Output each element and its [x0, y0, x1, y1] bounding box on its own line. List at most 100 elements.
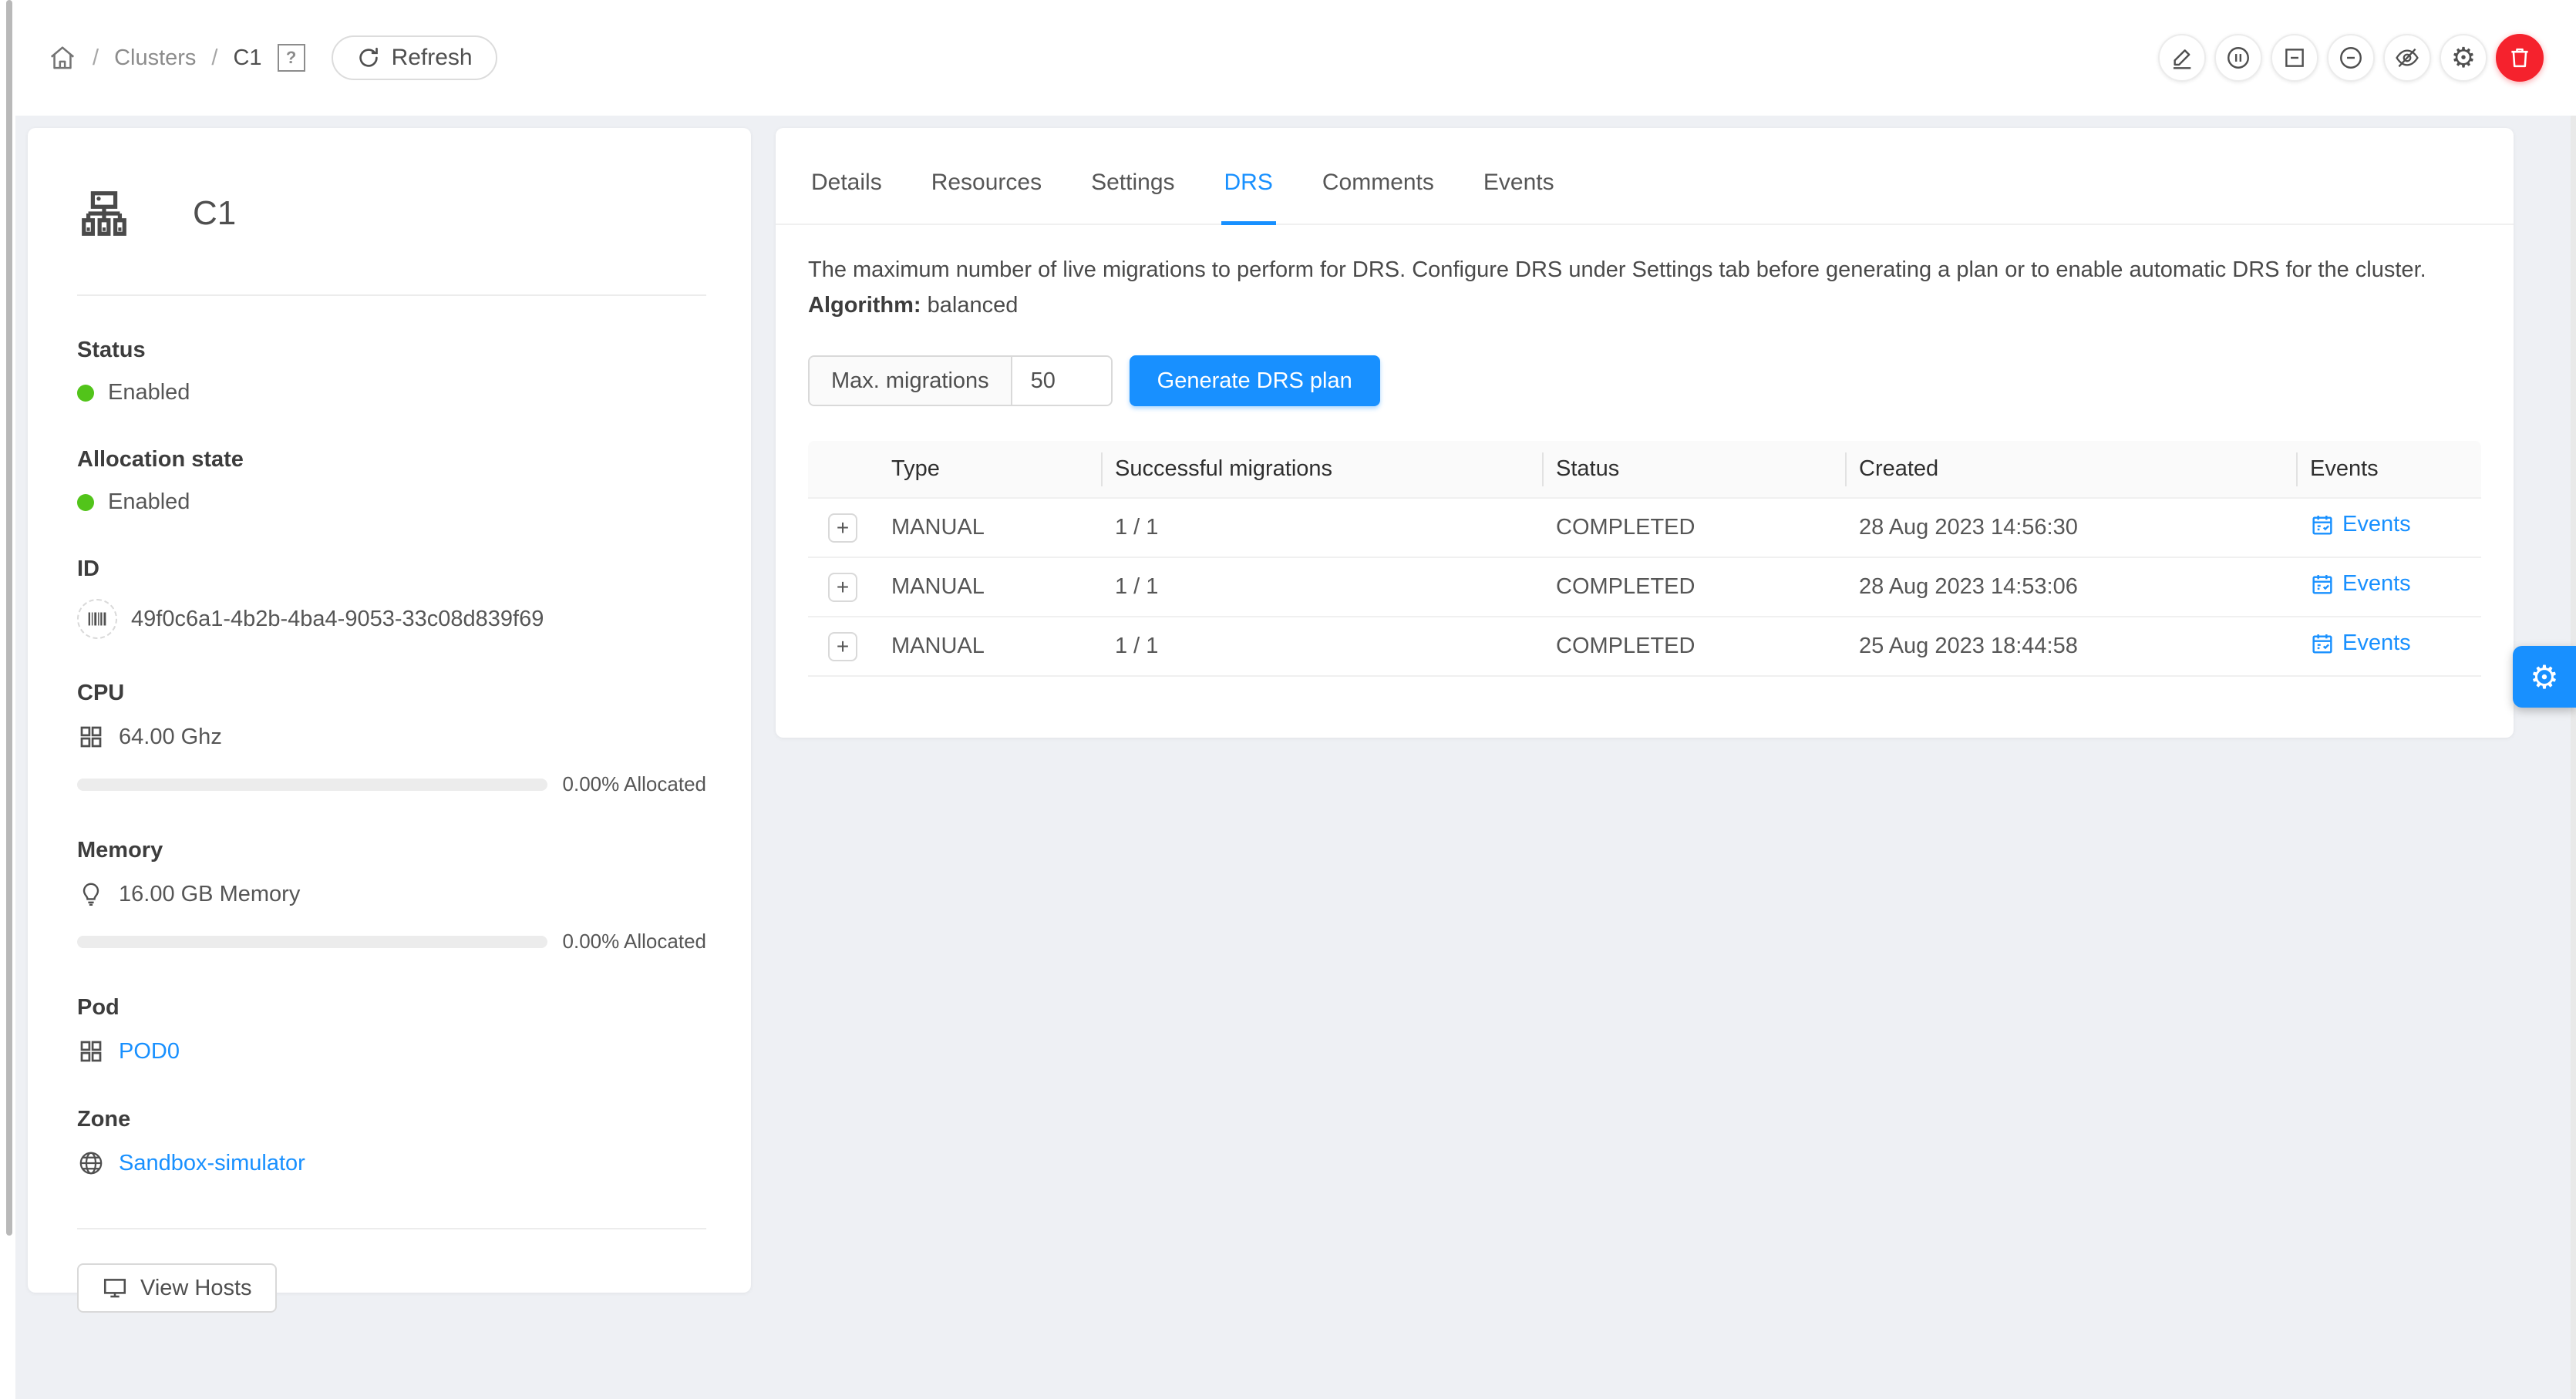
- cell-created: 25 Aug 2023 18:44:58: [1847, 617, 2298, 676]
- cpu-value: 64.00 Ghz: [119, 725, 222, 750]
- pod-link[interactable]: POD0: [119, 1039, 180, 1064]
- view-hosts-label: View Hosts: [140, 1276, 252, 1301]
- status-section: Status Enabled: [77, 338, 706, 405]
- row-events-link[interactable]: Events: [2310, 631, 2411, 656]
- cpu-label: CPU: [77, 681, 706, 706]
- refresh-button[interactable]: Refresh: [332, 35, 497, 80]
- globe-icon: [77, 1149, 105, 1177]
- expand-row-button[interactable]: +: [828, 513, 857, 543]
- breadcrumb: / Clusters / C1 ? Refresh: [48, 35, 497, 80]
- allocation-state-section: Allocation state Enabled: [77, 447, 706, 515]
- max-migrations-label: Max. migrations: [810, 357, 1012, 405]
- desktop-icon: [102, 1275, 128, 1301]
- cell-status: COMPLETED: [1544, 498, 1847, 557]
- expand-column-header: [808, 441, 879, 498]
- edit-button[interactable]: [2158, 34, 2206, 82]
- events-link-label: Events: [2342, 512, 2411, 537]
- column-header-status: Status: [1544, 441, 1847, 498]
- outofband-button[interactable]: [2383, 34, 2431, 82]
- cell-migrations: 1 / 1: [1103, 557, 1544, 617]
- cell-type: MANUAL: [879, 617, 1103, 676]
- unmanage-cluster-button[interactable]: [2271, 34, 2318, 82]
- table-row: + MANUAL 1 / 1 COMPLETED 25 Aug 2023 18:…: [808, 617, 2481, 676]
- disable-cluster-button[interactable]: [2327, 34, 2375, 82]
- max-migrations-input[interactable]: [1012, 357, 1111, 405]
- breadcrumb-separator: /: [93, 45, 99, 71]
- memory-label: Memory: [77, 838, 706, 863]
- tabs-bar: Details Resources Settings DRS Comments …: [776, 128, 2514, 225]
- cluster-icon: [77, 187, 131, 240]
- algorithm-value: balanced: [928, 293, 1019, 318]
- help-icon[interactable]: ?: [278, 44, 305, 72]
- eye-invisible-icon: [2394, 45, 2420, 71]
- zone-link[interactable]: Sandbox-simulator: [119, 1151, 305, 1176]
- expand-row-button[interactable]: +: [828, 573, 857, 602]
- floating-settings-button[interactable]: ⚙: [2513, 646, 2576, 708]
- events-link-label: Events: [2342, 571, 2411, 597]
- left-gutter: [0, 0, 15, 1399]
- gear-icon: ⚙: [2451, 42, 2476, 74]
- entity-actions: ⚙: [2158, 34, 2544, 82]
- pause-cluster-button[interactable]: [2214, 34, 2262, 82]
- scrollbar-thumb[interactable]: [6, 0, 12, 1236]
- cpu-progress-bar: [77, 779, 547, 791]
- reload-icon: [356, 45, 381, 70]
- tab-resources[interactable]: Resources: [931, 170, 1042, 224]
- cell-status: COMPLETED: [1544, 617, 1847, 676]
- expand-row-button[interactable]: +: [828, 632, 857, 661]
- cell-status: COMPLETED: [1544, 557, 1847, 617]
- drs-description: The maximum number of live migrations to…: [808, 254, 2481, 285]
- barcode-icon: [77, 599, 117, 639]
- tab-events[interactable]: Events: [1483, 170, 1554, 224]
- drs-panel: The maximum number of live migrations to…: [776, 254, 2514, 677]
- cell-created: 28 Aug 2023 14:53:06: [1847, 557, 2298, 617]
- memory-value: 16.00 GB Memory: [119, 882, 300, 907]
- breadcrumb-current: C1: [233, 45, 261, 71]
- breadcrumb-separator: /: [211, 45, 217, 71]
- calendar-check-icon: [2310, 631, 2335, 656]
- cpu-allocated: 0.00% Allocated: [563, 772, 706, 796]
- cell-migrations: 1 / 1: [1103, 617, 1544, 676]
- memory-section: Memory 16.00 GB Memory 0.00% Allocated: [77, 838, 706, 953]
- row-events-link[interactable]: Events: [2310, 512, 2411, 537]
- column-header-migrations: Successful migrations: [1103, 441, 1544, 498]
- table-row: + MANUAL 1 / 1 COMPLETED 28 Aug 2023 14:…: [808, 557, 2481, 617]
- max-migrations-group: Max. migrations: [808, 355, 1113, 406]
- configure-ha-button[interactable]: ⚙: [2440, 34, 2487, 82]
- divider: [77, 1228, 706, 1229]
- cell-migrations: 1 / 1: [1103, 498, 1544, 557]
- detail-card: Details Resources Settings DRS Comments …: [776, 128, 2514, 738]
- breadcrumb-clusters-link[interactable]: Clusters: [114, 45, 196, 71]
- bulb-icon: [77, 880, 105, 908]
- home-icon[interactable]: [48, 43, 77, 72]
- tab-comments[interactable]: Comments: [1322, 170, 1434, 224]
- status-dot-icon: [77, 385, 94, 402]
- cell-type: MANUAL: [879, 498, 1103, 557]
- entity-header: C1: [77, 128, 706, 240]
- memory-allocated: 0.00% Allocated: [563, 930, 706, 953]
- calendar-check-icon: [2310, 572, 2335, 597]
- tab-drs[interactable]: DRS: [1224, 170, 1273, 224]
- zone-section: Zone Sandbox-simulator: [77, 1107, 706, 1177]
- drs-plans-table: Type Successful migrations Status Create…: [808, 441, 2481, 677]
- view-hosts-button[interactable]: View Hosts: [77, 1263, 277, 1313]
- algorithm-line: Algorithm: balanced: [808, 293, 2481, 318]
- row-events-link[interactable]: Events: [2310, 571, 2411, 597]
- table-row: + MANUAL 1 / 1 COMPLETED 28 Aug 2023 14:…: [808, 498, 2481, 557]
- id-section: ID 49f0c6a1-4b2b-4ba4-9053-33c08d839f69: [77, 557, 706, 639]
- pod-section: Pod POD0: [77, 995, 706, 1065]
- calendar-check-icon: [2310, 513, 2335, 537]
- trash-icon: [2507, 45, 2533, 71]
- delete-cluster-button[interactable]: [2496, 34, 2544, 82]
- page: / Clusters / C1 ? Refresh: [0, 0, 2576, 1399]
- tab-details[interactable]: Details: [811, 170, 882, 224]
- tab-settings[interactable]: Settings: [1091, 170, 1174, 224]
- zone-label: Zone: [77, 1107, 706, 1132]
- allocation-dot-icon: [77, 494, 94, 511]
- gear-icon: ⚙: [2530, 658, 2559, 696]
- top-bar: / Clusters / C1 ? Refresh: [15, 0, 2576, 116]
- generate-drs-plan-button[interactable]: Generate DRS plan: [1130, 355, 1380, 406]
- entity-title: C1: [193, 194, 236, 233]
- cpu-section: CPU 64.00 Ghz 0.00% Allocated: [77, 681, 706, 796]
- divider: [77, 294, 706, 296]
